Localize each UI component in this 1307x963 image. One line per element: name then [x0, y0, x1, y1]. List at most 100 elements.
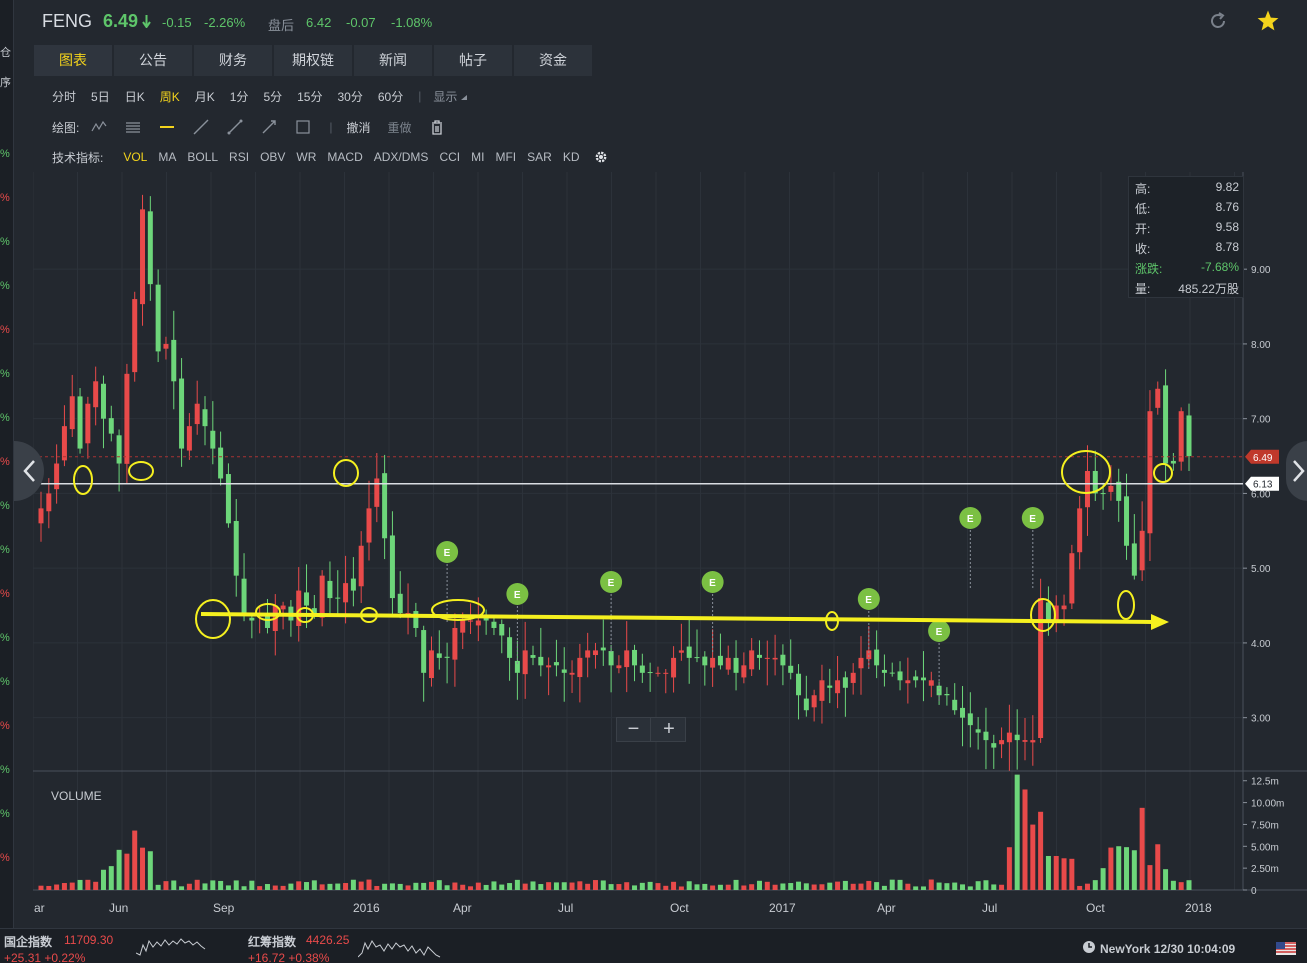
candle-body: [241, 578, 247, 614]
period-option[interactable]: 周K: [160, 88, 180, 105]
candle-body: [1155, 388, 1161, 408]
volume-bar: [491, 881, 497, 890]
horizontal-line-tool-icon[interactable]: [159, 119, 175, 135]
candle-body: [530, 655, 536, 658]
candle-body: [920, 677, 926, 681]
period-option[interactable]: 分时: [52, 88, 76, 105]
info-high-row: 高: 9.82: [1135, 180, 1239, 198]
price-tick-label: 7.00: [1251, 415, 1271, 426]
indicator-option[interactable]: MI: [471, 150, 484, 164]
tab-2[interactable]: 财务: [194, 45, 272, 76]
candle-body: [140, 209, 146, 305]
volume-bar: [717, 884, 723, 890]
candle-body: [975, 729, 981, 733]
segment-tool-icon[interactable]: [227, 119, 243, 135]
volume-bar: [1186, 880, 1192, 890]
volume-bar: [413, 882, 419, 890]
volume-bar: [803, 883, 809, 890]
status-bar: 国企指数 11709.30 +25.31 +0.22% 红筹指数 4426.25…: [0, 928, 1307, 963]
volume-bar: [311, 880, 317, 890]
volume-bar: [553, 882, 559, 890]
volume-bar: [913, 886, 919, 890]
candle-body: [811, 695, 817, 708]
indicator-option[interactable]: OBV: [260, 150, 285, 164]
zoom-out-button[interactable]: −: [617, 718, 651, 741]
period-option[interactable]: 日K: [125, 88, 145, 105]
ray-tool-icon[interactable]: [261, 119, 277, 135]
period-option[interactable]: 5日: [91, 88, 110, 105]
tab-6[interactable]: 资金: [514, 45, 592, 76]
indicator-option[interactable]: VOL: [123, 150, 147, 164]
display-dropdown[interactable]: 显示: [433, 88, 468, 105]
period-option[interactable]: 1分: [230, 88, 249, 105]
volume-bar: [952, 882, 958, 890]
indicator-option[interactable]: RSI: [229, 150, 249, 164]
volume-bar: [210, 880, 216, 890]
indicator-option[interactable]: BOLL: [187, 150, 218, 164]
period-option[interactable]: 60分: [378, 88, 403, 105]
indicator-option[interactable]: MACD: [327, 150, 362, 164]
volume-bar: [1045, 855, 1051, 890]
indicator-option[interactable]: MA: [158, 150, 176, 164]
candle-body: [194, 403, 200, 425]
candle-body: [686, 646, 692, 658]
zoom-in-button[interactable]: +: [652, 718, 686, 741]
candle-body: [1014, 734, 1020, 741]
period-option[interactable]: 5分: [263, 88, 282, 105]
period-option[interactable]: 30分: [337, 88, 362, 105]
volume-bar: [561, 882, 567, 890]
tab-0[interactable]: 图表: [34, 45, 112, 76]
time-tick-label: Apr: [877, 901, 896, 915]
last-price: 6.49: [103, 11, 139, 31]
trend-line-tool-icon[interactable]: [193, 119, 209, 135]
volume-bar: [155, 884, 161, 890]
tab-5[interactable]: 帖子: [434, 45, 512, 76]
undo-button[interactable]: 撤消: [346, 119, 370, 136]
settings-gear-icon[interactable]: [594, 150, 608, 164]
period-option[interactable]: 月K: [195, 88, 215, 105]
volume-bar: [304, 882, 310, 890]
candle-body: [1084, 471, 1090, 508]
volume-bar: [905, 883, 911, 890]
candle-body: [491, 621, 497, 628]
indicator-option[interactable]: WR: [296, 150, 316, 164]
after-hours-pct: -1.08%: [391, 15, 433, 30]
candle-body: [304, 592, 310, 606]
volume-bar: [639, 882, 645, 890]
chart-canvas[interactable]: 9.00 8.00 7.00 6.00 5.00 4.00 3.00 12.5m 10.00m 7…: [33, 172, 1307, 922]
price-tick-label: 4.00: [1251, 639, 1271, 650]
tab-4[interactable]: 新闻: [354, 45, 432, 76]
earnings-marker-label: E: [608, 578, 615, 589]
price-chart[interactable]: 9.00 8.00 7.00 6.00 5.00 4.00 3.00 12.5m 10.00m 7…: [33, 172, 1307, 922]
left-strip-glyph: %: [0, 720, 10, 732]
indicator-option[interactable]: ADX/DMS: [374, 150, 429, 164]
candle-body: [179, 378, 185, 449]
indicator-option[interactable]: CCI: [439, 150, 460, 164]
candle-body: [233, 521, 239, 576]
volume-tick-label: 7.50m: [1251, 820, 1279, 831]
indicator-option[interactable]: SAR: [527, 150, 552, 164]
tab-3[interactable]: 期权链: [274, 45, 352, 76]
redo-button[interactable]: 重做: [387, 119, 411, 136]
info-open-label: 开:: [1135, 222, 1151, 236]
index1-change: +25.31 +0.22%: [4, 951, 86, 963]
tab-1[interactable]: 公告: [114, 45, 192, 76]
candle-body: [960, 707, 966, 718]
left-strip-glyph: 序: [0, 77, 11, 89]
volume-bar: [569, 882, 575, 890]
rectangle-tool-icon[interactable]: [295, 119, 311, 135]
left-strip-glyph: %: [0, 764, 10, 776]
trash-icon[interactable]: [429, 119, 445, 135]
polyline-tool-icon[interactable]: [91, 119, 107, 135]
indicator-option[interactable]: KD: [563, 150, 580, 164]
refresh-icon[interactable]: [1208, 11, 1228, 31]
candle-body: [608, 651, 614, 666]
star-icon[interactable]: [1256, 9, 1280, 33]
time-tick-label: Apr: [453, 901, 472, 915]
indicator-option[interactable]: MFI: [495, 150, 516, 164]
period-option[interactable]: 15分: [297, 88, 322, 105]
parallel-lines-tool-icon[interactable]: [125, 119, 141, 135]
volume-bar: [202, 883, 208, 890]
volume-bar: [272, 885, 278, 890]
time-tick-label: Jun: [109, 901, 128, 915]
